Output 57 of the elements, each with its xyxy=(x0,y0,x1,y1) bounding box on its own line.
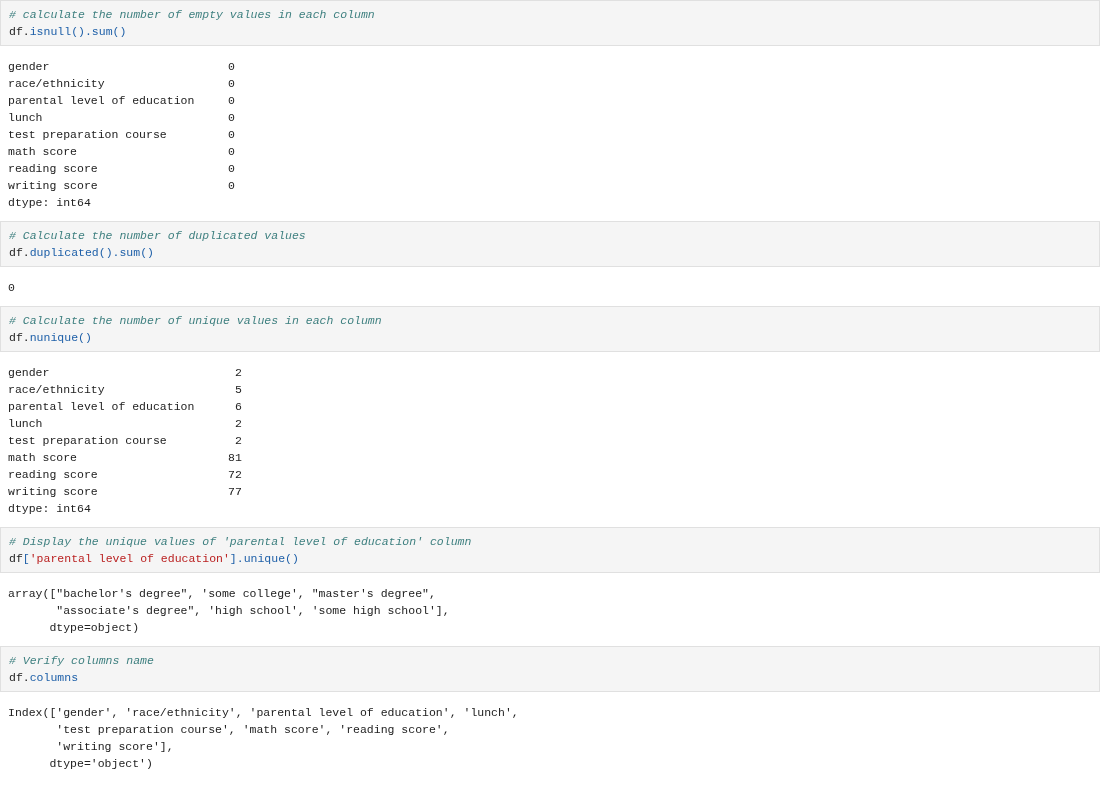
index-label: race/ethnicity xyxy=(8,76,105,92)
series-value: 0 xyxy=(228,161,235,177)
code-comment: # Calculate the number of duplicated values xyxy=(9,228,306,244)
code-line: df.isnull().sum() xyxy=(9,24,127,40)
output-line: dtype='object') xyxy=(48,756,153,772)
series-value: 72 xyxy=(228,467,242,483)
code-comment: # calculate the number of empty values in each column xyxy=(9,7,375,23)
series-value: 0 xyxy=(228,59,235,75)
series-value: 6 xyxy=(234,399,242,415)
code-line: df.columns xyxy=(9,670,79,686)
output-line: dtype=object) xyxy=(48,620,140,636)
output-line: array(["bachelor's degree", 'some college', "master's degree", xyxy=(8,586,436,602)
index-label: gender xyxy=(8,59,50,75)
series-value: 2 xyxy=(234,416,242,432)
index-label: lunch xyxy=(8,416,43,432)
index-label: test preparation course xyxy=(8,433,167,449)
series-value: 2 xyxy=(234,433,242,449)
code-line: df.nunique() xyxy=(9,330,92,346)
output-line: 'writing score'], xyxy=(55,739,174,755)
index-label: lunch xyxy=(8,110,43,126)
index-label: race/ethnicity xyxy=(8,382,105,398)
output-line: 'test preparation course', 'math score', 'reading score', xyxy=(55,722,450,738)
code-comment: # Display the unique values of 'parental level of education' column xyxy=(9,534,472,550)
code-cell[interactable]: # Display the unique values of 'parental level of education' column df['parental level of education'].unique() xyxy=(0,527,1100,573)
series-value: 0 xyxy=(228,76,235,92)
series-value: 77 xyxy=(228,484,242,500)
index-label: reading score xyxy=(8,467,98,483)
code-cell[interactable]: # Calculate the number of duplicated values df.duplicated().sum() xyxy=(0,221,1100,267)
index-label: parental level of education xyxy=(8,93,195,109)
index-label: reading score xyxy=(8,161,98,177)
series-value: 0 xyxy=(228,144,235,160)
index-label: math score xyxy=(8,144,77,160)
series-value: 5 xyxy=(234,382,242,398)
series-value: 0 xyxy=(228,110,235,126)
series-value: 0 xyxy=(228,93,235,109)
index-label: math score xyxy=(8,450,77,466)
output-line: "associate's degree", 'high school', 'some high school'], xyxy=(55,603,450,619)
output-line: Index(['gender', 'race/ethnicity', 'parental level of education', 'lunch', xyxy=(8,705,519,721)
code-line: df.duplicated().sum() xyxy=(9,245,154,261)
series-value: 81 xyxy=(228,450,242,466)
code-comment: # Calculate the number of unique values in each column xyxy=(9,313,382,329)
index-label: writing score xyxy=(8,484,98,500)
dtype-text: dtype: int64 xyxy=(8,501,91,517)
code-cell[interactable]: # Verify columns name df.columns xyxy=(0,646,1100,692)
code-cell[interactable]: # Calculate the number of unique values in each column df.nunique() xyxy=(0,306,1100,352)
series-value: 2 xyxy=(234,365,242,381)
index-label: parental level of education xyxy=(8,399,195,415)
series-value: 0 xyxy=(228,178,235,194)
code-comment: # Verify columns name xyxy=(9,653,154,669)
index-label: writing score xyxy=(8,178,98,194)
output-line: 0 xyxy=(8,280,15,296)
index-label: test preparation course xyxy=(8,127,167,143)
code-line: df['parental level of education'].unique() xyxy=(9,551,299,567)
index-label: gender xyxy=(8,365,50,381)
code-cell[interactable]: # calculate the number of empty values in each column df.isnull().sum() xyxy=(0,0,1100,46)
series-value: 0 xyxy=(228,127,235,143)
dtype-text: dtype: int64 xyxy=(8,195,91,211)
